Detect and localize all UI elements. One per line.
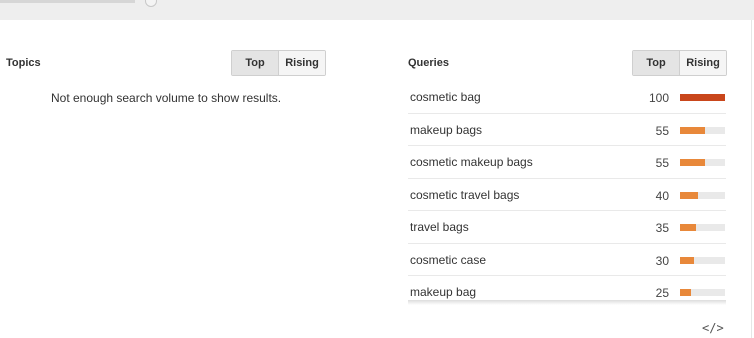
query-bar-fill <box>680 94 725 101</box>
query-row[interactable]: cosmetic case 30 <box>408 244 726 276</box>
query-bar-track <box>680 94 725 101</box>
query-text[interactable]: cosmetic case <box>410 253 486 267</box>
query-bar-track <box>680 256 725 264</box>
panel-divider <box>751 20 752 338</box>
query-text[interactable]: cosmetic travel bags <box>410 188 519 202</box>
queries-title: Queries <box>408 57 449 69</box>
embed-code-icon[interactable]: </> <box>702 321 724 335</box>
top-toolbar-strip <box>0 0 754 20</box>
query-text[interactable]: cosmetic bag <box>410 90 481 104</box>
topics-top-rising-toggle: Top Rising <box>231 50 326 76</box>
query-row[interactable]: travel bags 35 <box>408 211 726 244</box>
query-value: 55 <box>655 123 669 138</box>
query-bar-fill <box>680 224 696 231</box>
query-bar-fill <box>680 289 692 296</box>
query-bar-track <box>680 159 725 166</box>
query-bar-fill <box>680 256 694 264</box>
query-value: 35 <box>655 221 669 235</box>
query-bar-track <box>680 224 725 231</box>
query-row[interactable]: makeup bags 55 <box>408 114 726 146</box>
query-value: 40 <box>655 188 669 203</box>
query-row[interactable]: cosmetic travel bags 40 <box>408 179 726 211</box>
topics-top-button[interactable]: Top <box>232 51 279 75</box>
topics-title: Topics <box>6 57 41 69</box>
query-bar-track <box>680 191 725 199</box>
query-value: 55 <box>655 156 669 170</box>
query-text[interactable]: makeup bags <box>410 123 482 137</box>
query-text[interactable]: travel bags <box>410 220 469 234</box>
query-value: 30 <box>655 253 669 268</box>
query-row[interactable]: cosmetic bag 100 <box>408 81 726 114</box>
queries-rising-button[interactable]: Rising <box>680 51 726 75</box>
query-row[interactable]: cosmetic makeup bags 55 <box>408 146 726 179</box>
query-bar-track <box>680 126 725 134</box>
queries-list: cosmetic bag 100 makeup bags 55 cosmetic mak… <box>408 81 726 308</box>
help-icon[interactable] <box>145 0 157 7</box>
queries-top-rising-toggle: Top Rising <box>632 50 727 76</box>
topics-rising-button[interactable]: Rising <box>279 51 325 75</box>
query-value: 100 <box>648 91 669 105</box>
list-scroll-shadow <box>408 300 726 305</box>
topics-empty-message: Not enough search volume to show results… <box>51 91 282 105</box>
query-bar-fill <box>680 191 698 199</box>
query-text[interactable]: cosmetic makeup bags <box>410 155 533 169</box>
query-value: 25 <box>655 286 669 300</box>
query-bar-fill <box>680 159 705 166</box>
query-bar-fill <box>680 126 705 134</box>
queries-top-button[interactable]: Top <box>633 51 680 75</box>
query-text[interactable]: makeup bag <box>410 285 476 299</box>
faded-header-text <box>0 0 135 3</box>
query-bar-track <box>680 289 725 296</box>
